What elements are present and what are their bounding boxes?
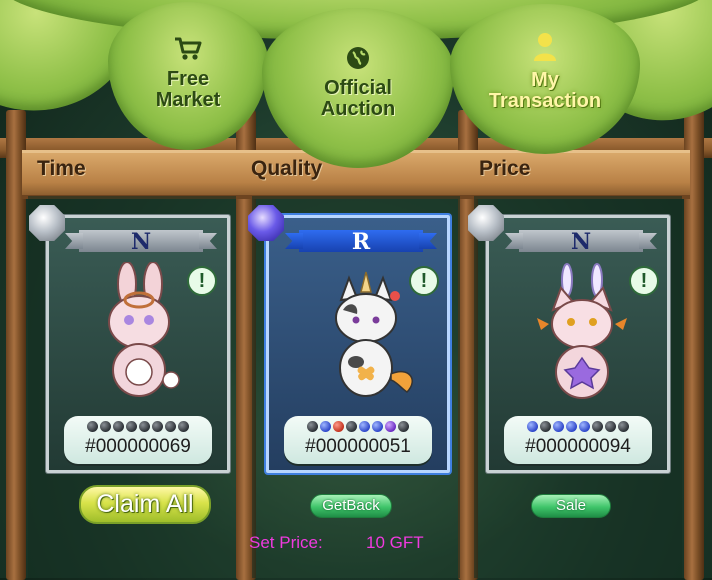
sale-button[interactable]: Sale bbox=[531, 494, 611, 518]
gene-dot bbox=[320, 421, 331, 432]
pet-card[interactable]: N ! #000000069 bbox=[46, 215, 230, 473]
gene-dot bbox=[333, 421, 344, 432]
stats-panel: #000000069 bbox=[64, 416, 212, 464]
gene-dot bbox=[139, 421, 150, 432]
rarity-ribbon: N bbox=[79, 230, 203, 254]
pet-card-selected[interactable]: R ! #000000051 bbox=[266, 215, 450, 473]
gene-dot bbox=[307, 421, 318, 432]
gene-dot bbox=[113, 421, 124, 432]
gene-dot bbox=[346, 421, 357, 432]
rarity-ribbon: N bbox=[519, 230, 643, 254]
pet-id: #000000069 bbox=[85, 436, 191, 457]
gene-dot bbox=[566, 421, 577, 432]
gene-dot bbox=[152, 421, 163, 432]
pet-card[interactable]: N ! #000000094 bbox=[486, 215, 670, 473]
gene-dot bbox=[605, 421, 616, 432]
gene-dots bbox=[284, 421, 432, 432]
getback-button[interactable]: GetBack bbox=[310, 494, 392, 518]
gene-dot bbox=[126, 421, 137, 432]
gene-dot bbox=[592, 421, 603, 432]
stats-panel: #000000051 bbox=[284, 416, 432, 464]
gene-dot bbox=[385, 421, 396, 432]
gene-dot bbox=[359, 421, 370, 432]
tab-my-transaction-line2: Transaction bbox=[488, 90, 602, 112]
pet-id: #000000051 bbox=[305, 436, 411, 457]
tab-my-transaction[interactable]: My Transaction bbox=[450, 4, 640, 154]
gene-dots bbox=[64, 421, 212, 432]
bunny-pet-icon bbox=[89, 261, 189, 402]
gene-dot bbox=[178, 421, 189, 432]
info-alert-icon[interactable]: ! bbox=[187, 266, 217, 296]
claim-all-button[interactable]: Claim All bbox=[79, 485, 211, 524]
set-price-value: 10 GFT bbox=[366, 533, 424, 552]
gene-dots bbox=[504, 421, 652, 432]
gene-dot bbox=[527, 421, 538, 432]
tab-official-auction-line1: Official bbox=[324, 77, 392, 99]
cart-icon bbox=[173, 36, 203, 62]
header-price[interactable]: Price bbox=[479, 157, 530, 181]
stats-panel: #000000094 bbox=[504, 416, 652, 464]
gene-dot bbox=[618, 421, 629, 432]
tab-free-market-line2: Market bbox=[155, 89, 221, 111]
globe-icon bbox=[345, 45, 371, 71]
gene-dot bbox=[87, 421, 98, 432]
gene-dot bbox=[165, 421, 176, 432]
gene-dot bbox=[579, 421, 590, 432]
tab-my-transaction-line1: My bbox=[531, 69, 559, 91]
tab-official-auction-line2: Auction bbox=[320, 98, 396, 120]
tab-free-market-line1: Free bbox=[166, 68, 210, 90]
user-icon bbox=[532, 32, 558, 62]
rarity-ribbon: R bbox=[299, 230, 423, 254]
header-time[interactable]: Time bbox=[37, 157, 86, 181]
gene-dot bbox=[540, 421, 551, 432]
gene-dot bbox=[553, 421, 564, 432]
pet-id: #000000094 bbox=[525, 436, 631, 457]
fox-bunny-pet-icon bbox=[527, 262, 637, 402]
cow-cat-pet-icon bbox=[311, 270, 421, 406]
gene-dot bbox=[398, 421, 409, 432]
header-quality[interactable]: Quality bbox=[251, 157, 322, 181]
gene-dot bbox=[372, 421, 383, 432]
gene-dot bbox=[100, 421, 111, 432]
set-price-label: Set Price: bbox=[249, 533, 323, 552]
